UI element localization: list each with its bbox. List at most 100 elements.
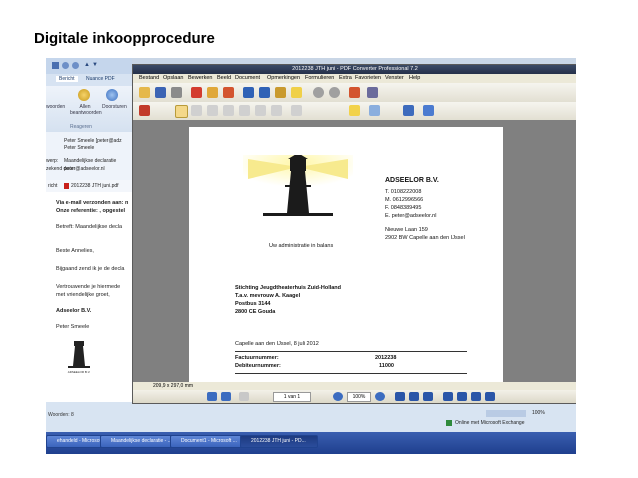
pdf-page: Uw administratie in balans ADSEELOR B.V.… [189, 127, 503, 387]
logo-caption: Uw administratie in balans [269, 243, 334, 249]
lock-icon[interactable] [275, 87, 286, 98]
forward-label[interactable]: Doorsturen [102, 104, 127, 110]
text-select-icon[interactable] [207, 105, 218, 116]
divider [235, 373, 467, 374]
open-icon[interactable] [139, 87, 150, 98]
fullscreen-icon[interactable] [485, 392, 495, 401]
recipient-line: 2800 CE Gouda [235, 309, 276, 315]
undo-icon[interactable] [313, 87, 324, 98]
taskbar: ehandeld - Microsoft ... Maandelijkse de… [46, 432, 576, 454]
message-header: Peter Smeele [peter@adz Peter Smeele wer… [46, 132, 132, 181]
save-icon[interactable] [155, 87, 166, 98]
taskbar-item[interactable]: Maandelijkse declaratie - ... [100, 435, 178, 448]
undo-icon[interactable] [62, 62, 69, 69]
body-line: Betreft: Maandelijkse decla [56, 224, 123, 230]
ribbon-tabs: Bericht Nuance PDF [46, 74, 132, 86]
attachment-label: richt [48, 183, 58, 189]
reply-all-label[interactable]: Allen beantwoorden [70, 104, 102, 116]
from-value: Peter Smeele [peter@adz [64, 138, 122, 144]
two-page-view-icon[interactable] [409, 392, 419, 401]
tools-icon[interactable] [349, 87, 360, 98]
document-view: Uw administratie in balans ADSEELOR B.V.… [133, 120, 576, 387]
continuous-view-icon[interactable] [423, 392, 433, 401]
view-buttons[interactable] [486, 410, 526, 417]
menu-favorieten[interactable]: Favorieten [355, 75, 381, 81]
menu-opslaan[interactable]: Opslaan [163, 75, 184, 81]
message-body: Via e-mail verzonden aan: n Onze referen… [46, 192, 132, 420]
body-line: Beste Annelies, [56, 248, 94, 254]
zoom-out-icon[interactable] [333, 392, 343, 401]
tab-bericht[interactable]: Bericht [56, 76, 78, 82]
reply-label[interactable]: woorden [46, 104, 65, 110]
mail-icon[interactable] [207, 87, 218, 98]
company-fax: F. 0848389495 [385, 205, 422, 211]
zoom-tool-icon[interactable] [239, 105, 250, 116]
menu-document[interactable]: Document [235, 75, 260, 81]
note-icon[interactable] [349, 105, 360, 116]
taskbar-item[interactable]: Document1 - Microsoft ... [170, 435, 248, 448]
debtor-label: Debiteurnummer: [235, 363, 281, 369]
company-tel: T. 0108222008 [385, 189, 422, 195]
menu-opmerkingen[interactable]: Opmerkingen [267, 75, 300, 81]
taskbar-item-active[interactable]: 2012238 JTH juni - PD... [240, 435, 318, 448]
company-city: 2902 BW Capelle aan den IJssel [385, 235, 465, 241]
taskbar-item[interactable]: ehandeld - Microsoft ... [46, 435, 104, 448]
subject-value: Maandelijkse declaratie [64, 158, 117, 164]
single-page-view-icon[interactable] [395, 392, 405, 401]
save-icon[interactable] [52, 62, 59, 69]
sent-value: peter@adseelor.nl [64, 166, 105, 172]
tray-zoom[interactable]: 100% [532, 410, 545, 416]
stamp-icon[interactable] [259, 87, 270, 98]
page-indicator[interactable]: 1 van 1 [273, 392, 311, 402]
menu-bewerken[interactable]: Bewerken [188, 75, 212, 81]
menu-venster[interactable]: Venster [385, 75, 404, 81]
zoom-field[interactable]: 100% [347, 392, 371, 402]
menu-formulieren[interactable]: Formulieren [305, 75, 334, 81]
menu-bestand[interactable]: Bestand [139, 75, 159, 81]
reply-all-icon[interactable] [78, 89, 90, 101]
snapshot-icon[interactable] [223, 105, 234, 116]
image-tool-icon[interactable] [271, 105, 282, 116]
ribbon: woorden Allen beantwoorden Doorsturen Re… [46, 86, 132, 133]
select-tool-icon[interactable] [191, 105, 202, 116]
company-street: Nieuwe Laan 159 [385, 227, 428, 233]
page-size: 209,9 x 297,0 mm [153, 383, 194, 389]
back-icon[interactable] [239, 392, 249, 401]
navigation-bar: 1 van 1 100% [133, 390, 576, 403]
print-icon[interactable] [171, 87, 182, 98]
rotate-icon[interactable] [471, 392, 481, 401]
combine-icon[interactable] [223, 87, 234, 98]
hand-tool-icon[interactable] [175, 105, 188, 118]
menu-extra[interactable]: Extra [339, 75, 352, 81]
redo-icon[interactable] [72, 62, 79, 69]
window-title: 2012238 JTH juni - PDF Converter Profess… [133, 65, 576, 74]
menu-beeld[interactable]: Beeld [217, 75, 231, 81]
down-arrow-icon[interactable]: ▼ [92, 62, 98, 68]
main-toolbar [133, 83, 576, 103]
redo-icon[interactable] [329, 87, 340, 98]
fit-page-icon[interactable] [443, 392, 453, 401]
convert-icon[interactable] [191, 87, 202, 98]
prev-page-icon[interactable] [221, 392, 231, 401]
link-tool-icon[interactable] [255, 105, 266, 116]
forward-icon[interactable] [106, 89, 118, 101]
page-tools-icon[interactable] [139, 105, 150, 116]
shape-tool-icon[interactable] [423, 105, 434, 116]
menu-help[interactable]: Help [409, 75, 420, 81]
header-footer-icon[interactable] [403, 105, 414, 116]
zoom-in-icon[interactable] [375, 392, 385, 401]
text-tool-icon[interactable] [291, 105, 302, 116]
search-icon[interactable] [243, 87, 254, 98]
form-field-icon[interactable] [369, 105, 380, 116]
company-logo-small: ADSEELOR B.V. [68, 341, 90, 374]
debtor-value: 11000 [379, 363, 394, 369]
tab-nuance-pdf[interactable]: Nuance PDF [86, 76, 115, 82]
attachment-file[interactable]: 2012238 JTH juni.pdf [71, 183, 119, 189]
body-line: Vertrouwende je hiermede [56, 284, 121, 290]
up-arrow-icon[interactable]: ▲ [84, 62, 90, 68]
pen-icon[interactable] [367, 87, 378, 98]
highlight-icon[interactable] [291, 87, 302, 98]
first-page-icon[interactable] [207, 392, 217, 401]
exchange-status: Online met Microsoft Exchange [455, 420, 525, 426]
fit-width-icon[interactable] [457, 392, 467, 401]
